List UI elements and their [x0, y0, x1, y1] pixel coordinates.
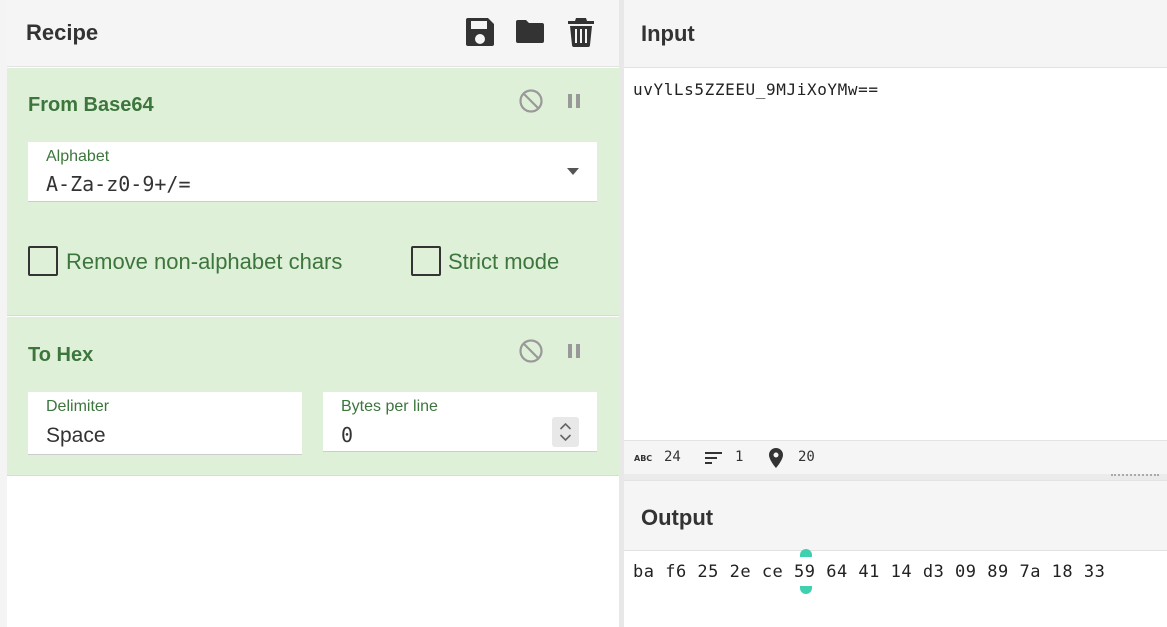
output-textarea[interactable]: ba f6 25 2e ce 59 64 41 14 d3 09 89 7a 1… [624, 549, 1167, 627]
operation-to-hex[interactable]: To Hex Delimiter Space Bytes per line 0 [7, 317, 619, 476]
splitter-handle[interactable] [1111, 474, 1159, 478]
remove-nonalpha-label[interactable]: Remove non-alphabet chars [66, 249, 342, 275]
alphabet-dropdown[interactable]: Alphabet A-Za-z0-9+/= [28, 142, 597, 202]
svg-text:ABC: ABC [634, 454, 652, 462]
input-title: Input [641, 21, 695, 46]
input-text[interactable]: uvYlLs5ZZEEU_9MJiXoYMw== [633, 80, 879, 99]
recipe-title: Recipe [26, 20, 99, 45]
cursor-position: 20 [798, 449, 815, 465]
output-header: Output [624, 480, 1167, 551]
output-title: Output [641, 505, 714, 530]
operation-from-base64[interactable]: From Base64 Alphabet A-Za-z0-9+/= Remove… [7, 68, 619, 316]
delimiter-label: Delimiter [46, 398, 110, 415]
lines-icon [705, 452, 722, 464]
location-pin-icon [769, 448, 783, 468]
pause-operation-icon[interactable] [560, 87, 588, 115]
alphabet-value: A-Za-z0-9+/= [46, 172, 191, 196]
input-header: Input [624, 0, 1167, 68]
length-count: 24 [664, 449, 681, 465]
left-gutter [0, 0, 7, 627]
strict-mode-label[interactable]: Strict mode [448, 249, 559, 275]
remove-nonalpha-checkbox[interactable] [28, 246, 58, 276]
input-textarea[interactable]: uvYlLs5ZZEEU_9MJiXoYMw== [624, 68, 1167, 440]
bytes-per-line-input[interactable]: Bytes per line 0 [323, 392, 597, 452]
operation-title: From Base64 [28, 94, 154, 116]
recipe-panel: Recipe From Base64 Alphabet A-Za-z0-9+/=… [7, 0, 619, 627]
alphabet-label: Alphabet [46, 148, 110, 165]
save-icon[interactable] [464, 16, 496, 48]
operation-title: To Hex [28, 344, 94, 366]
recipe-header: Recipe [7, 0, 619, 67]
trash-icon[interactable] [565, 16, 597, 48]
delimiter-dropdown[interactable]: Delimiter Space [28, 392, 302, 455]
selection-end-handle[interactable] [800, 586, 812, 594]
output-text[interactable]: ba f6 25 2e ce 59 64 41 14 d3 09 89 7a 1… [633, 562, 1105, 582]
line-count: 1 [735, 449, 744, 465]
bytes-per-line-label: Bytes per line [341, 398, 438, 415]
pause-operation-icon[interactable] [560, 337, 588, 365]
selection-start-handle[interactable] [800, 549, 812, 557]
delimiter-value: Space [46, 424, 106, 447]
folder-icon[interactable] [514, 16, 546, 48]
disable-operation-icon[interactable] [517, 87, 545, 115]
chevron-down-icon [567, 168, 579, 175]
bytes-per-line-value: 0 [341, 423, 354, 447]
number-stepper[interactable] [552, 417, 579, 447]
stepper-arrows-icon [559, 422, 572, 442]
strict-mode-checkbox[interactable] [411, 246, 441, 276]
disable-operation-icon[interactable] [517, 337, 545, 365]
abc-length-icon: ABC [634, 454, 652, 462]
input-status-bar: ABC 24 1 20 [624, 440, 1167, 474]
